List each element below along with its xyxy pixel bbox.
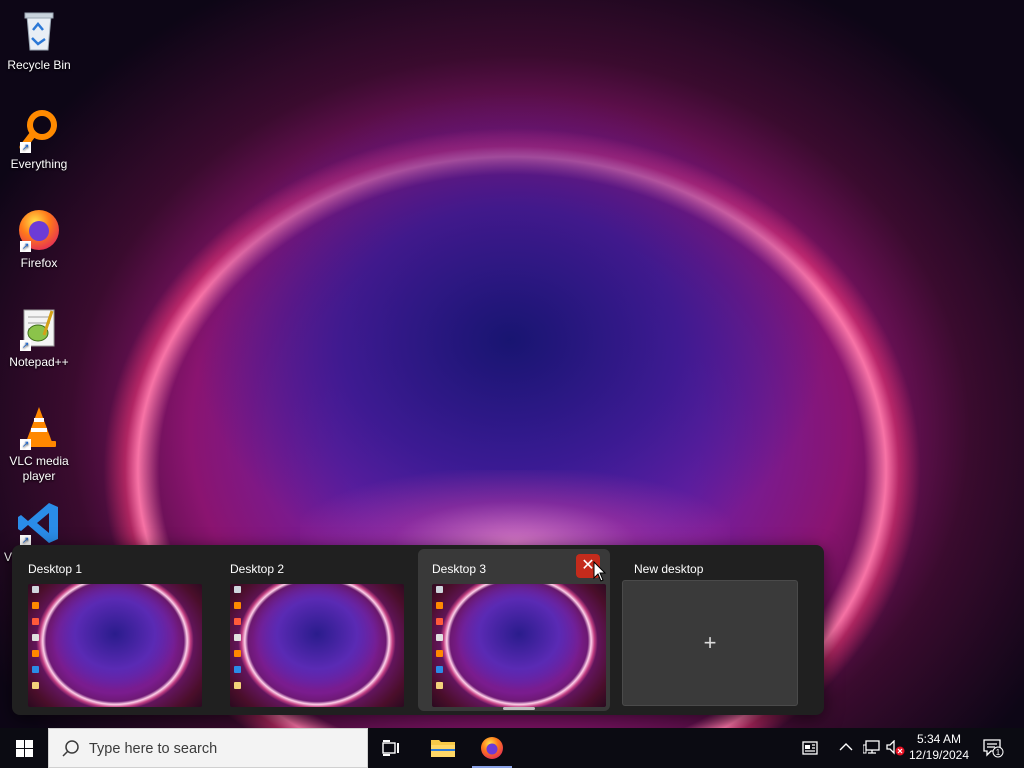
taskbar-search-box[interactable]: Type here to search: [48, 728, 368, 768]
desktop-icon-firefox[interactable]: ↗ Firefox: [2, 206, 76, 271]
action-center-button[interactable]: 1: [978, 728, 1008, 768]
desktop-icon-label: Recycle Bin: [7, 58, 71, 72]
firefox-icon: [481, 737, 503, 759]
new-desktop-label: New desktop: [634, 562, 704, 576]
shortcut-arrow-icon: ↗: [20, 142, 31, 153]
firefox-icon: ↗: [16, 206, 62, 252]
task-view-button[interactable]: [368, 728, 416, 768]
network-button[interactable]: [860, 728, 882, 768]
network-icon: [863, 740, 880, 754]
clock-date: 12/19/2024: [908, 748, 970, 762]
plus-icon: +: [703, 630, 717, 655]
desktop-icon-notepad-plus-plus[interactable]: ↗ Notepad++: [2, 305, 76, 370]
file-explorer-icon: [431, 740, 455, 757]
start-button[interactable]: [0, 728, 48, 768]
notification-icon: 1: [983, 739, 1004, 758]
vscode-icon: ↗: [16, 500, 62, 546]
shortcut-arrow-icon: ↗: [20, 241, 31, 252]
desktop-icon-label: VLC media player: [9, 454, 69, 483]
desktop-icon-label: Notepad++: [9, 355, 69, 369]
desktop-icon-label: Firefox: [20, 256, 58, 270]
desktop-icon-recycle-bin[interactable]: Recycle Bin: [2, 8, 76, 73]
thumbnail-desktop-icons: [234, 586, 242, 698]
notepad-plus-plus-icon: ↗: [16, 305, 62, 351]
virtual-desktop-thumbnail[interactable]: [230, 584, 404, 707]
virtual-desktop-title: Desktop 3: [432, 562, 487, 576]
file-explorer-button[interactable]: [418, 728, 466, 768]
volume-muted-icon: [886, 740, 905, 756]
task-view-scroll-handle[interactable]: [503, 707, 535, 710]
firefox-taskbar-button[interactable]: [468, 728, 516, 768]
thumbnail-desktop-icons: [436, 586, 444, 698]
desktop-icon-label: Everything: [10, 157, 68, 171]
virtual-desktop-2[interactable]: Desktop 2: [216, 549, 408, 711]
desktop-icon-vlc[interactable]: ↗ VLC media player: [2, 404, 76, 484]
virtual-desktop-title: Desktop 1: [28, 562, 83, 576]
show-hidden-icons-button[interactable]: [836, 728, 856, 768]
volume-button[interactable]: [884, 728, 906, 768]
system-clock[interactable]: 5:34 AM 12/19/2024: [904, 731, 974, 763]
virtual-desktop-title: Desktop 2: [230, 562, 285, 576]
vlc-icon: ↗: [16, 404, 62, 450]
clock-time: 5:34 AM: [916, 732, 962, 746]
desktop-icon-everything[interactable]: ↗ Everything: [2, 107, 76, 172]
task-view-icon: [382, 740, 399, 756]
virtual-desktop-thumbnail[interactable]: [28, 584, 202, 707]
new-desktop-button[interactable]: +: [622, 580, 798, 706]
search-icon: [61, 739, 81, 759]
everything-search-icon: ↗: [16, 107, 62, 153]
search-placeholder: Type here to search: [89, 741, 218, 757]
chevron-up-icon: [839, 743, 853, 751]
shortcut-arrow-icon: ↗: [20, 439, 31, 450]
virtual-desktop-1[interactable]: Desktop 1: [14, 549, 206, 711]
news-widget-button[interactable]: [796, 728, 824, 768]
news-icon: [802, 741, 818, 755]
notification-count: 1: [996, 748, 1001, 757]
thumbnail-desktop-icons: [32, 586, 40, 698]
windows-logo-icon: [16, 740, 33, 757]
recycle-bin-icon: [16, 8, 62, 54]
shortcut-arrow-icon: ↗: [20, 340, 31, 351]
virtual-desktop-thumbnail[interactable]: [432, 584, 606, 707]
taskbar: Type here to search 5:34 AM 12/19/2024 1: [0, 728, 1024, 768]
